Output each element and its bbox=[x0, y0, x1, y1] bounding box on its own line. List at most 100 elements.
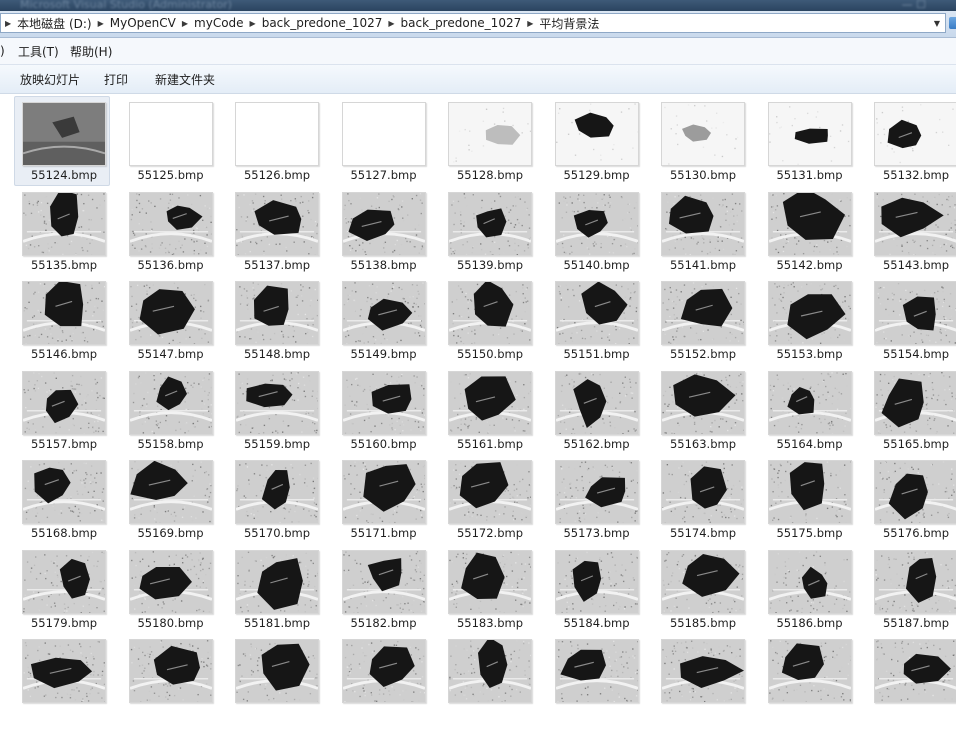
image-thumbnail[interactable] bbox=[341, 102, 426, 166]
file-thumbnail-item[interactable] bbox=[436, 637, 538, 723]
file-thumbnail-item[interactable]: 55165.bmp bbox=[862, 369, 956, 455]
file-thumbnail-item[interactable]: 55181.bmp bbox=[223, 548, 325, 634]
image-thumbnail[interactable] bbox=[22, 639, 106, 703]
file-thumbnail-item[interactable] bbox=[756, 637, 858, 723]
file-thumbnail-item[interactable] bbox=[223, 637, 325, 723]
image-thumbnail[interactable] bbox=[661, 102, 745, 166]
file-thumbnail-item[interactable]: 55150.bmp bbox=[436, 279, 538, 365]
file-thumbnail-item[interactable]: 55127.bmp bbox=[330, 100, 432, 186]
file-thumbnail-item[interactable]: 55161.bmp bbox=[436, 369, 538, 455]
address-box[interactable]: ▶ 本地磁盘 (D:) ▶ MyOpenCV ▶ myCode ▶ back_p… bbox=[0, 13, 946, 33]
image-thumbnail[interactable] bbox=[874, 191, 956, 256]
breadcrumb-arrow-icon[interactable]: ▶ bbox=[246, 19, 260, 28]
print-button[interactable]: 打印 bbox=[104, 71, 128, 88]
file-thumbnail-item[interactable]: 55182.bmp bbox=[330, 548, 432, 634]
file-thumbnail-item[interactable]: 55179.bmp bbox=[10, 548, 112, 634]
image-thumbnail[interactable] bbox=[554, 639, 639, 703]
image-thumbnail[interactable] bbox=[235, 191, 319, 256]
image-thumbnail[interactable] bbox=[767, 370, 852, 435]
image-thumbnail[interactable] bbox=[22, 191, 106, 256]
file-thumbnail-item[interactable] bbox=[10, 637, 112, 723]
image-thumbnail[interactable] bbox=[341, 460, 426, 524]
breadcrumb-current-folder[interactable]: 平均背景法 bbox=[537, 15, 601, 32]
file-thumbnail-item[interactable]: 55169.bmp bbox=[117, 458, 219, 544]
image-thumbnail[interactable] bbox=[22, 102, 106, 166]
image-thumbnail[interactable] bbox=[767, 639, 852, 703]
breadcrumb-myopencv[interactable]: MyOpenCV bbox=[108, 16, 178, 30]
chevron-down-icon[interactable]: ▼ bbox=[930, 15, 944, 31]
breadcrumb-arrow-icon[interactable]: ▶ bbox=[1, 19, 15, 28]
breadcrumb-arrow-icon[interactable]: ▶ bbox=[178, 19, 192, 28]
file-thumbnail-item[interactable] bbox=[330, 637, 432, 723]
image-thumbnail[interactable] bbox=[554, 102, 639, 166]
image-thumbnail[interactable] bbox=[128, 370, 213, 435]
file-thumbnail-item[interactable]: 55128.bmp bbox=[436, 100, 538, 186]
file-thumbnail-item[interactable] bbox=[862, 637, 956, 723]
file-thumbnail-item[interactable]: 55186.bmp bbox=[756, 548, 858, 634]
image-thumbnail[interactable] bbox=[128, 102, 213, 166]
image-thumbnail[interactable] bbox=[874, 370, 956, 435]
file-thumbnail-item[interactable]: 55137.bmp bbox=[223, 190, 325, 276]
breadcrumb-mycode[interactable]: myCode bbox=[192, 16, 246, 30]
image-thumbnail[interactable] bbox=[448, 102, 532, 166]
breadcrumb-back-predone-1[interactable]: back_predone_1027 bbox=[260, 16, 385, 30]
image-thumbnail[interactable] bbox=[554, 370, 639, 435]
file-thumbnail-item[interactable]: 55158.bmp bbox=[117, 369, 219, 455]
file-thumbnail-item[interactable]: 55187.bmp bbox=[862, 548, 956, 634]
file-thumbnail-item[interactable] bbox=[117, 637, 219, 723]
file-thumbnail-item[interactable] bbox=[543, 637, 645, 723]
image-thumbnail[interactable] bbox=[767, 460, 852, 524]
image-thumbnail[interactable] bbox=[767, 549, 852, 614]
image-thumbnail[interactable] bbox=[554, 549, 639, 614]
file-thumbnail-item[interactable]: 55185.bmp bbox=[649, 548, 751, 634]
file-thumbnail-item[interactable]: 55168.bmp bbox=[10, 458, 112, 544]
file-thumbnail-item[interactable]: 55129.bmp bbox=[543, 100, 645, 186]
file-thumbnail-item[interactable]: 55175.bmp bbox=[756, 458, 858, 544]
breadcrumb-arrow-icon[interactable]: ▶ bbox=[384, 19, 398, 28]
image-thumbnail[interactable] bbox=[341, 191, 426, 256]
file-thumbnail-item[interactable]: 55139.bmp bbox=[436, 190, 538, 276]
image-thumbnail[interactable] bbox=[22, 460, 106, 524]
image-thumbnail[interactable] bbox=[661, 549, 745, 614]
image-thumbnail[interactable] bbox=[554, 460, 639, 524]
slideshow-button[interactable]: 放映幻灯片 bbox=[20, 71, 80, 88]
image-thumbnail[interactable] bbox=[767, 191, 852, 256]
breadcrumb-drive[interactable]: 本地磁盘 (D:) bbox=[15, 15, 93, 32]
file-thumbnail-item[interactable]: 55162.bmp bbox=[543, 369, 645, 455]
file-thumbnail-item[interactable]: 55141.bmp bbox=[649, 190, 751, 276]
breadcrumb-arrow-icon[interactable]: ▶ bbox=[94, 19, 108, 28]
file-thumbnail-item[interactable]: 55159.bmp bbox=[223, 369, 325, 455]
image-thumbnail[interactable] bbox=[767, 281, 852, 345]
file-thumbnail-item[interactable]: 55173.bmp bbox=[543, 458, 645, 544]
image-thumbnail[interactable] bbox=[128, 639, 213, 703]
menu-view-partial[interactable]: ) bbox=[0, 44, 5, 58]
file-thumbnail-item[interactable]: 55184.bmp bbox=[543, 548, 645, 634]
file-thumbnail-item[interactable]: 55135.bmp bbox=[10, 190, 112, 276]
file-thumbnail-item[interactable]: 55183.bmp bbox=[436, 548, 538, 634]
file-thumbnail-item[interactable]: 55132.bmp bbox=[862, 100, 956, 186]
file-thumbnail-item[interactable]: 55136.bmp bbox=[117, 190, 219, 276]
file-list-view[interactable]: 55124.bmp 55125.bmp 55126.bmp 55127.bmp 5512… bbox=[0, 94, 956, 730]
image-thumbnail[interactable] bbox=[874, 281, 956, 345]
file-thumbnail-item[interactable]: 55146.bmp bbox=[10, 279, 112, 365]
file-thumbnail-item[interactable]: 55151.bmp bbox=[543, 279, 645, 365]
file-thumbnail-item[interactable]: 55157.bmp bbox=[10, 369, 112, 455]
refresh-icon[interactable] bbox=[949, 17, 956, 29]
image-thumbnail[interactable] bbox=[661, 281, 745, 345]
file-thumbnail-item[interactable]: 55171.bmp bbox=[330, 458, 432, 544]
menu-help[interactable]: 帮助(H) bbox=[70, 43, 112, 60]
file-thumbnail-item[interactable]: 55153.bmp bbox=[756, 279, 858, 365]
file-thumbnail-item[interactable] bbox=[649, 637, 751, 723]
file-thumbnail-item[interactable]: 55130.bmp bbox=[649, 100, 751, 186]
file-thumbnail-item[interactable]: 55180.bmp bbox=[117, 548, 219, 634]
file-thumbnail-item[interactable]: 55142.bmp bbox=[756, 190, 858, 276]
image-thumbnail[interactable] bbox=[874, 460, 956, 524]
file-thumbnail-item[interactable]: 55148.bmp bbox=[223, 279, 325, 365]
image-thumbnail[interactable] bbox=[341, 281, 426, 345]
file-thumbnail-item[interactable]: 55131.bmp bbox=[756, 100, 858, 186]
image-thumbnail[interactable] bbox=[235, 102, 319, 166]
image-thumbnail[interactable] bbox=[22, 370, 106, 435]
image-thumbnail[interactable] bbox=[22, 281, 106, 345]
file-thumbnail-item[interactable]: 55147.bmp bbox=[117, 279, 219, 365]
image-thumbnail[interactable] bbox=[128, 281, 213, 345]
